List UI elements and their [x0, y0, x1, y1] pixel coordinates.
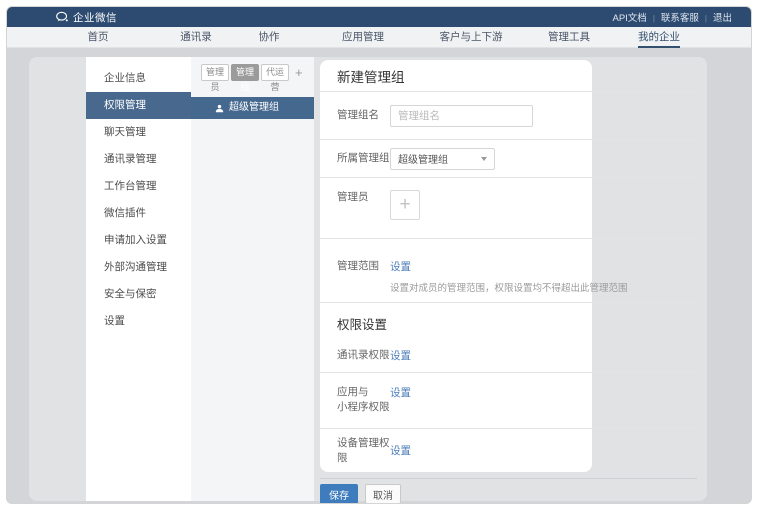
- tab-agency-ops[interactable]: 代运营: [261, 64, 289, 81]
- group-name-label: 管理组名: [337, 108, 390, 123]
- sidebar-item-external-comm[interactable]: 外部沟通管理: [86, 254, 191, 281]
- sidebar-item-join-settings[interactable]: 申请加入设置: [86, 227, 191, 254]
- group-list-item-super-admin[interactable]: 超级管理组: [191, 97, 314, 119]
- sidebar-item-security[interactable]: 安全与保密: [86, 281, 191, 308]
- new-group-form: 新建管理组 管理组名 所属管理组 超级管理组 管理员: [320, 60, 697, 472]
- sidebar-item-settings[interactable]: 设置: [86, 308, 191, 335]
- nav-admin-tools[interactable]: 管理工具: [548, 27, 590, 48]
- form-title-row: 新建管理组: [320, 60, 697, 92]
- scope-content: 设置 设置对成员的管理范围，权限设置均不得超出此管理范围: [390, 259, 628, 294]
- save-button[interactable]: 保存: [320, 484, 358, 504]
- scope-description: 设置对成员的管理范围，权限设置均不得超出此管理范围: [390, 280, 628, 294]
- admins-label: 管理员: [337, 190, 390, 205]
- nav-apps[interactable]: 应用管理: [342, 27, 384, 48]
- group-name-row: 管理组名: [320, 92, 697, 140]
- cancel-button[interactable]: 取消: [365, 484, 401, 504]
- brand-name: 企业微信: [73, 10, 117, 25]
- device-permission-row: 设备管理权限 设置: [320, 429, 697, 472]
- wework-logo-icon: [55, 11, 69, 23]
- scope-label: 管理范围: [337, 259, 390, 274]
- main-area: 新建管理组 管理组名 所属管理组 超级管理组 管理员: [314, 57, 707, 501]
- add-group-button[interactable]: +: [295, 64, 303, 81]
- plus-icon: +: [399, 194, 410, 216]
- sidebar-item-chat-mgmt[interactable]: 聊天管理: [86, 119, 191, 146]
- contact-support-link[interactable]: 联系客服: [647, 10, 699, 24]
- apps-permission-label: 应用与 小程序权限: [337, 385, 390, 414]
- contacts-permission-set-link[interactable]: 设置: [390, 348, 411, 363]
- scope-row: 管理范围 设置 设置对成员的管理范围，权限设置均不得超出此管理范围: [320, 239, 697, 303]
- top-bar: 企业微信 API文档 联系客服 退出: [7, 7, 751, 27]
- main-nav: 首页 通讯录 协作 应用管理 客户与上下游 管理工具 我的企业: [7, 27, 751, 48]
- parent-group-selected-value: 超级管理组: [398, 151, 448, 166]
- nav-my-company[interactable]: 我的企业: [638, 27, 680, 48]
- chevron-down-icon: [481, 157, 487, 161]
- form-actions: 保存 取消: [320, 484, 401, 504]
- settings-sidebar: 企业信息 权限管理 聊天管理 通讯录管理 工作台管理 微信插件 申请加入设置 外…: [86, 57, 191, 501]
- footer-divider: [320, 478, 697, 479]
- nav-customers[interactable]: 客户与上下游: [440, 27, 503, 48]
- inner-panel: 企业信息 权限管理 聊天管理 通讯录管理 工作台管理 微信插件 申请加入设置 外…: [29, 57, 707, 501]
- tab-admins[interactable]: 管理员: [201, 64, 229, 81]
- role-tabs: 管理员 管理组 代运营 +: [201, 64, 303, 81]
- group-list-item-label: 超级管理组: [229, 97, 279, 119]
- contacts-permission-row: 通讯录权限 设置: [320, 338, 697, 373]
- sidebar-item-company-info[interactable]: 企业信息: [86, 65, 191, 92]
- api-docs-link[interactable]: API文档: [613, 10, 647, 24]
- apps-permission-set-link[interactable]: 设置: [390, 385, 411, 400]
- logout-link[interactable]: 退出: [699, 10, 732, 24]
- group-member-icon: [215, 104, 224, 113]
- sidebar-item-wechat-plugin[interactable]: 微信插件: [86, 200, 191, 227]
- tab-admin-groups[interactable]: 管理组: [231, 64, 259, 81]
- group-name-input[interactable]: [390, 105, 533, 127]
- device-permission-label: 设备管理权限: [337, 436, 390, 465]
- nav-home[interactable]: 首页: [88, 27, 109, 48]
- device-permission-set-link[interactable]: 设置: [390, 443, 411, 458]
- parent-group-label: 所属管理组: [337, 151, 390, 166]
- sidebar-item-workbench-mgmt[interactable]: 工作台管理: [86, 173, 191, 200]
- sidebar-item-contacts-mgmt[interactable]: 通讯录管理: [86, 146, 191, 173]
- apps-permission-row: 应用与 小程序权限 设置: [320, 373, 697, 429]
- sidebar-item-permissions[interactable]: 权限管理: [86, 92, 191, 119]
- nav-collab[interactable]: 协作: [259, 27, 280, 48]
- parent-group-row: 所属管理组 超级管理组: [320, 140, 697, 178]
- add-admin-button[interactable]: +: [390, 190, 420, 220]
- permissions-title: 权限设置: [337, 314, 387, 333]
- permissions-header-row: 权限设置: [320, 303, 697, 338]
- parent-group-select[interactable]: 超级管理组: [390, 148, 495, 170]
- topbar-links: API文档 联系客服 退出: [613, 7, 733, 27]
- content-area: 企业信息 权限管理 聊天管理 通讯录管理 工作台管理 微信插件 申请加入设置 外…: [7, 48, 751, 503]
- brand: 企业微信: [55, 7, 117, 27]
- group-list-panel: 管理员 管理组 代运营 + 超级管理组: [191, 57, 314, 501]
- app-window: 企业微信 API文档 联系客服 退出 首页 通讯录 协作 应用管理 客户与上下游…: [6, 6, 752, 504]
- nav-contacts[interactable]: 通讯录: [180, 27, 212, 48]
- page-title: 新建管理组: [337, 66, 405, 86]
- admins-row: 管理员 +: [320, 178, 697, 239]
- contacts-permission-label: 通讯录权限: [337, 348, 390, 363]
- scope-set-link[interactable]: 设置: [390, 259, 628, 274]
